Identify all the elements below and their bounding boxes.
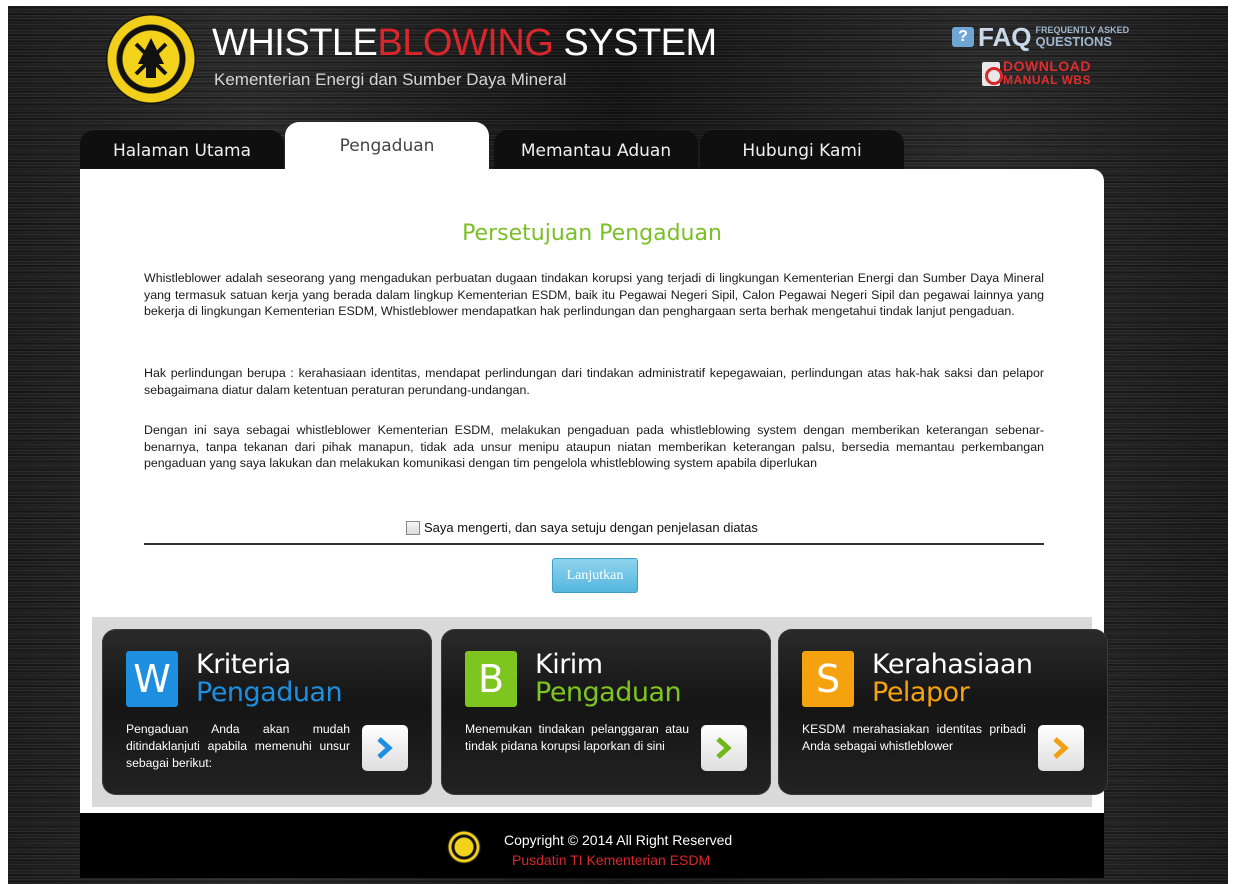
feature-band: W Kriteria Pengaduan Pengaduan Anda akan… <box>92 617 1108 807</box>
download-label: DOWNLOAD MANUAL WBS <box>1003 58 1092 87</box>
card-subtitle: Pengaduan <box>196 677 343 708</box>
footer-logo <box>447 830 481 864</box>
download-manual-link[interactable]: DOWNLOAD MANUAL WBS <box>982 58 1092 87</box>
site-title: WHISTLEBLOWING SYSTEM <box>212 22 717 64</box>
card-description: Pengaduan Anda akan mudah ditindaklanjut… <box>126 722 350 770</box>
faq-link[interactable]: ? FAQ FREQUENTLY ASKED QUESTIONS <box>952 22 1129 52</box>
tab-memantau-aduan[interactable]: Memantau Aduan <box>494 130 698 170</box>
footer-org: Pusdatin TI Kementerian ESDM <box>512 852 711 868</box>
tab-pengaduan[interactable]: Pengaduan <box>285 122 489 170</box>
paragraph-declaration: Dengan ini saya sebagai whistleblower Ke… <box>144 423 1044 470</box>
tab-hubungi-kami[interactable]: Hubungi Kami <box>700 130 904 170</box>
card-description: KESDM merahasiakan identitas pribadi And… <box>802 722 1026 753</box>
lanjutkan-button[interactable]: Lanjutkan <box>552 558 638 593</box>
paragraph-definition: Whistleblower adalah seseorang yang meng… <box>144 271 1044 318</box>
card-kerahasiaan-pelapor[interactable]: S Kerahasiaan Pelapor KESDM merahasiakan… <box>778 629 1108 795</box>
card-kirim-pengaduan[interactable]: B Kirim Pengaduan Menemukan tindakan pel… <box>441 629 771 795</box>
chevron-right-icon[interactable] <box>701 725 747 771</box>
card-letter-s: S <box>802 651 854 707</box>
card-letter-w: W <box>126 651 178 707</box>
card-kriteria-pengaduan[interactable]: W Kriteria Pengaduan Pengaduan Anda akan… <box>102 629 432 795</box>
site-subtitle: Kementerian Energi dan Sumber Daya Miner… <box>214 70 567 89</box>
question-icon: ? <box>952 27 974 47</box>
agree-label: Saya mengerti, dan saya setuju dengan pe… <box>424 520 758 535</box>
chevron-right-icon[interactable] <box>362 725 408 771</box>
footer-copyright: Copyright © 2014 All Right Reserved <box>504 832 733 848</box>
card-title: Kirim <box>535 649 603 680</box>
download-line2: MANUAL WBS <box>1003 73 1092 87</box>
paragraph-protection: Hak perlindungan berupa : kerahasiaan id… <box>144 366 1044 397</box>
card-title: Kerahasiaan <box>872 649 1033 680</box>
faq-small-2: QUESTIONS <box>1035 34 1113 49</box>
chevron-right-icon[interactable] <box>1038 725 1084 771</box>
pdf-icon <box>982 61 1003 86</box>
download-line1: DOWNLOAD <box>1003 58 1091 74</box>
agree-checkbox-row[interactable]: Saya mengerti, dan saya setuju dengan pe… <box>406 520 758 535</box>
faq-label: FAQ <box>978 22 1032 52</box>
agree-checkbox[interactable] <box>406 520 420 535</box>
card-description: Menemukan tindakan pelanggaran atau tind… <box>465 722 689 753</box>
card-letter-b: B <box>465 651 517 707</box>
esdm-logo <box>106 14 196 104</box>
card-subtitle: Pelapor <box>872 677 970 708</box>
card-subtitle: Pengaduan <box>535 677 682 708</box>
divider <box>144 543 1044 545</box>
tab-halaman-utama[interactable]: Halaman Utama <box>80 130 284 170</box>
content-panel: Persetujuan Pengaduan Whistleblower adal… <box>80 169 1108 813</box>
page-heading: Persetujuan Pengaduan <box>462 221 722 246</box>
card-title: Kriteria <box>196 649 291 680</box>
